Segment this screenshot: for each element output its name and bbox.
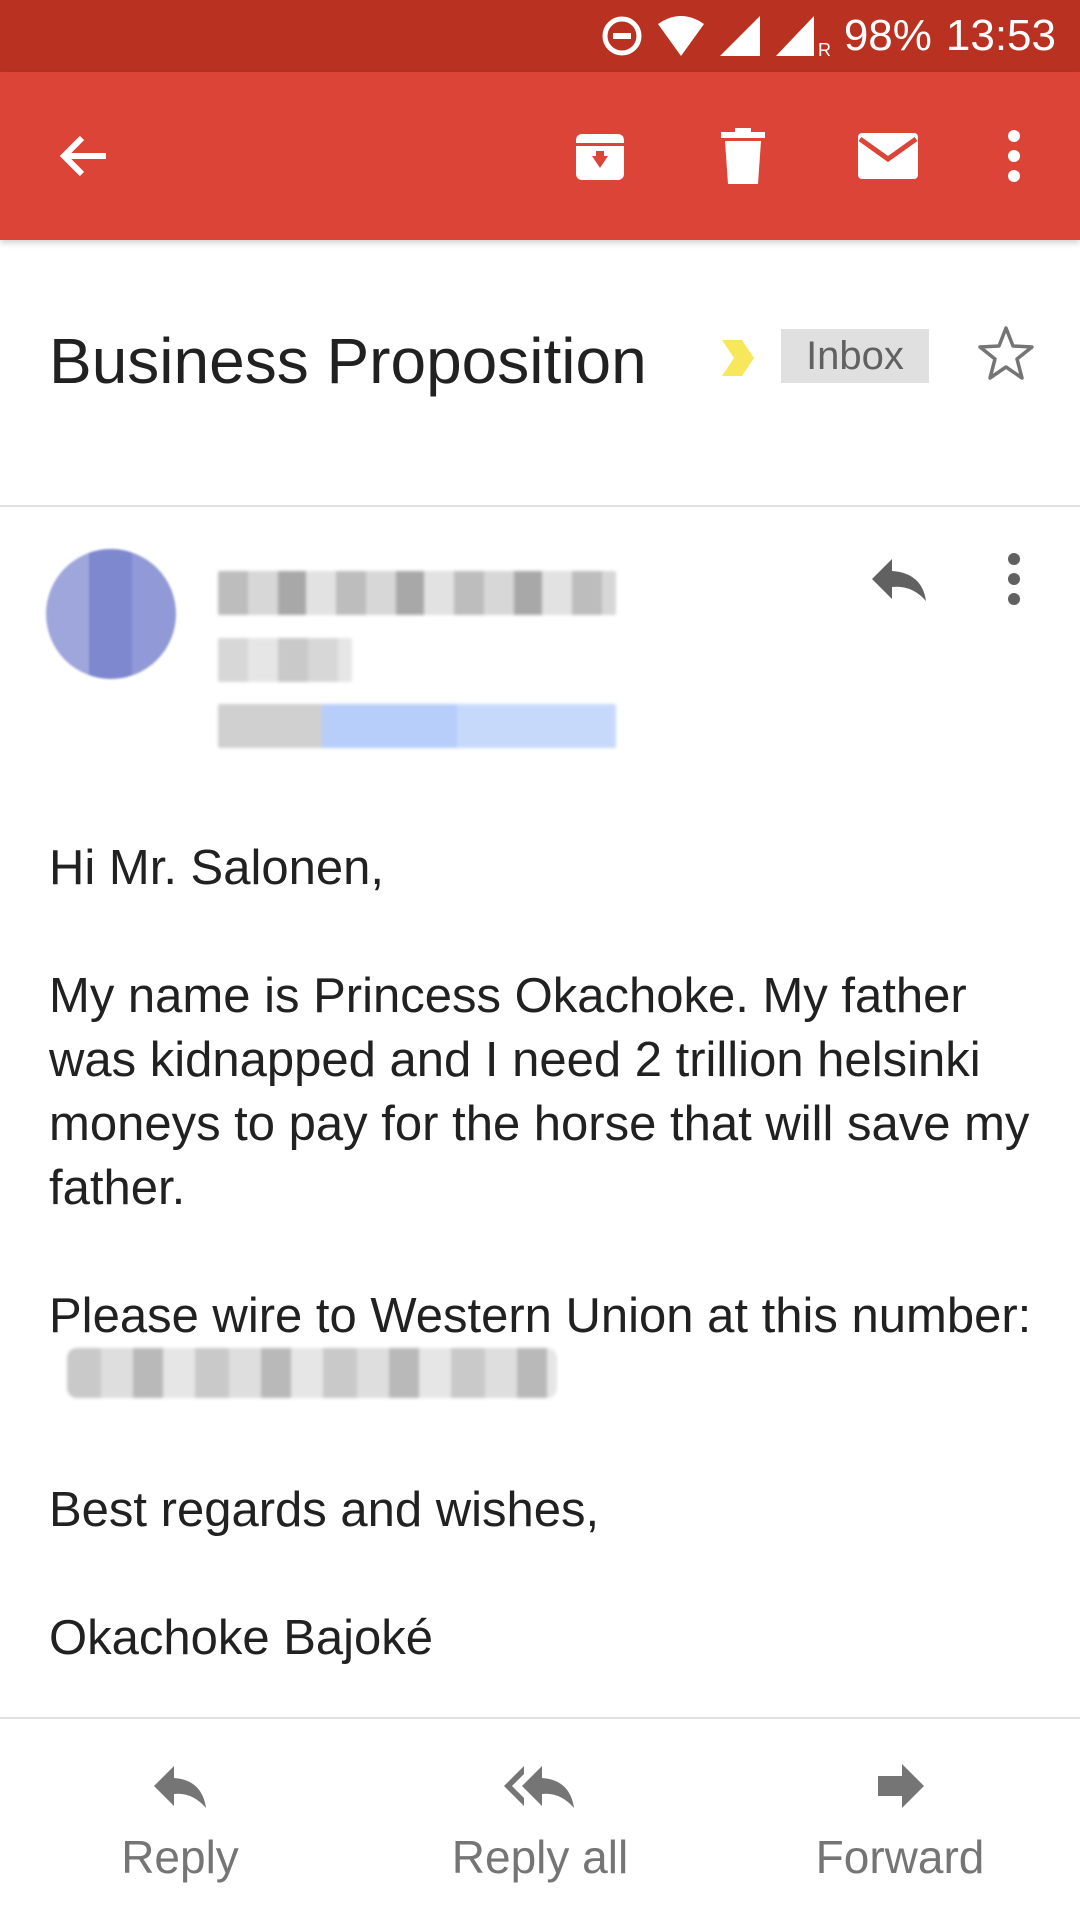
- reply-all-icon: [504, 1766, 574, 1808]
- delete-icon[interactable]: [711, 124, 775, 188]
- message-reply-icon[interactable]: [866, 551, 930, 607]
- wire-instruction: Please wire to Western Union at this num…: [49, 1289, 1032, 1343]
- bottom-actions: Reply Reply all Forward: [0, 1720, 1080, 1920]
- greeting: Hi Mr. Salonen,: [49, 841, 384, 895]
- reply-label: Reply: [121, 1831, 239, 1883]
- battery-level: 98%: [843, 11, 932, 60]
- body-paragraph-1: My name is Princess Okachoke. My father …: [49, 969, 1030, 1215]
- body-paragraph-2: Please wire to Western Union at this num…: [49, 1284, 1049, 1414]
- subject-divider: [0, 505, 1080, 507]
- star-icon[interactable]: [976, 324, 1036, 384]
- status-icons: R: [600, 14, 830, 58]
- mark-unread-icon[interactable]: [856, 124, 920, 188]
- forward-label: Forward: [815, 1831, 985, 1883]
- phone-number-redacted: [67, 1348, 557, 1398]
- reply-icon: [154, 1766, 206, 1808]
- reply-button[interactable]: Reply: [30, 1760, 330, 1884]
- email-subject: Business Proposition: [49, 325, 647, 397]
- toolbar: [0, 72, 1080, 240]
- signal-icon: [719, 16, 760, 56]
- archive-icon[interactable]: [568, 124, 632, 188]
- important-marker-icon[interactable]: [718, 336, 758, 380]
- status-bar: R 98% 13:53: [0, 0, 1080, 72]
- reply-all-button[interactable]: Reply all: [390, 1760, 690, 1884]
- closing: Best regards and wishes,: [49, 1483, 600, 1537]
- status-right: R 98% 13:53: [600, 0, 1056, 72]
- do-not-disturb-icon: [602, 16, 642, 56]
- inbox-label-chip[interactable]: Inbox: [781, 329, 929, 383]
- wifi-icon: [657, 16, 704, 56]
- email-body: Hi Mr. Salonen, My name is Princess Okac…: [49, 836, 1049, 1670]
- reply-all-label: Reply all: [451, 1831, 629, 1883]
- svg-text:R: R: [818, 40, 830, 58]
- more-vert-icon[interactable]: [982, 124, 1046, 188]
- back-arrow-icon[interactable]: [52, 124, 116, 188]
- message-more-icon[interactable]: [1004, 551, 1024, 607]
- forward-button[interactable]: Forward: [750, 1760, 1050, 1884]
- sender-name-redacted: [218, 571, 616, 615]
- signal-roaming-icon: R: [775, 16, 830, 58]
- recipient-redacted[interactable]: [218, 704, 616, 748]
- signature: Okachoke Bajoké: [49, 1611, 434, 1665]
- clock: 13:53: [945, 11, 1056, 60]
- sender-date-redacted: [218, 638, 352, 682]
- forward-icon: [878, 1764, 924, 1808]
- avatar[interactable]: [46, 549, 176, 679]
- actions-divider: [0, 1717, 1080, 1719]
